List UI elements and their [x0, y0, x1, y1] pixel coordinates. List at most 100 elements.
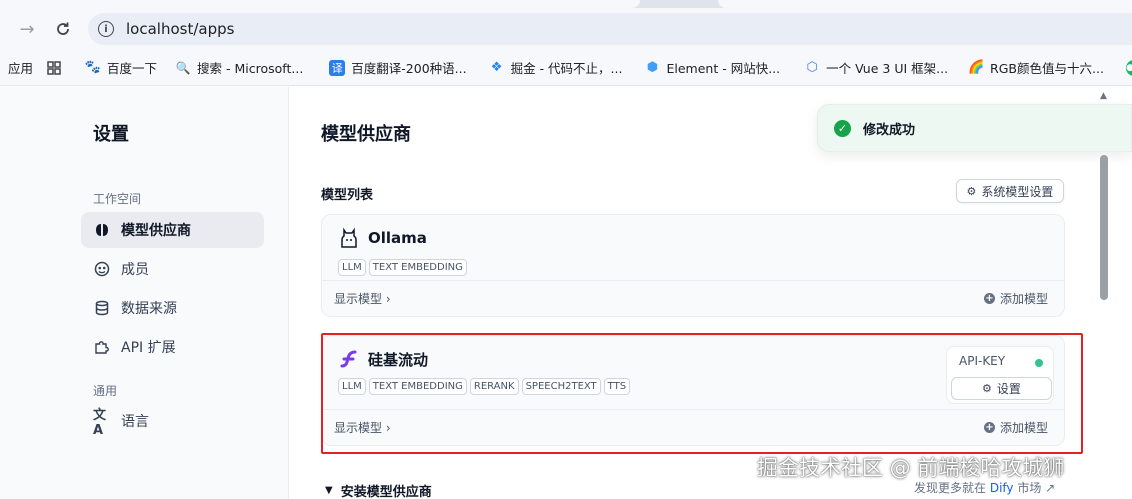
toast-message: 修改成功	[863, 122, 916, 138]
provider-header: Ollama	[338, 227, 427, 249]
provider-settings-button[interactable]: ⚙ 设置	[951, 377, 1052, 400]
tab-strip	[0, 0, 1132, 8]
address-bar[interactable]: i localhost/apps	[88, 13, 1132, 45]
site-info-icon[interactable]: i	[98, 21, 114, 37]
api-key-label: API-KEY	[959, 354, 1006, 368]
browser-toolbar: → i localhost/apps	[0, 8, 1132, 50]
sidebar-item-label: 模型供应商	[121, 223, 191, 239]
tag: LLM	[338, 259, 366, 276]
bookmark-element[interactable]: ⬢ Element - 网站快...	[644, 50, 780, 85]
show-models-link[interactable]: 显示模型 ›	[334, 290, 391, 307]
tag: TEXT EMBEDDING	[368, 259, 467, 276]
bookmark-vue[interactable]: ⬡ 一个 Vue 3 UI 框架...	[804, 50, 949, 85]
members-icon	[93, 260, 111, 278]
model-list-label: 模型列表	[321, 188, 374, 203]
scroll-up-icon[interactable]: ▲	[1100, 91, 1107, 101]
provider-footer: 显示模型 › + 添加模型	[322, 409, 1064, 445]
bookmark-label: 应用	[8, 61, 34, 76]
dify-link-text: Dify	[989, 481, 1014, 495]
workspace-group-label: 工作空间	[93, 192, 142, 206]
install-provider-label: 安装模型供应商	[340, 485, 432, 499]
add-model-label: 添加模型	[999, 421, 1048, 435]
provider-header: 硅基流动	[338, 348, 428, 370]
forward-icon[interactable]: →	[15, 17, 39, 41]
sidebar-item-members[interactable]: 成员	[81, 251, 264, 287]
chevron-down-icon: ▼	[325, 485, 333, 496]
bookmark-apps[interactable]: 应用	[0, 50, 34, 85]
active-tab[interactable]	[0, 0, 640, 8]
url-text: localhost/apps	[126, 20, 235, 38]
bookmark-bing[interactable]: 🔍 搜索 - Microsoft...	[175, 50, 304, 85]
siliconflow-icon	[338, 348, 360, 370]
install-provider-section[interactable]: ▼ 安装模型供应商	[325, 481, 432, 499]
sidebar-item-data-source[interactable]: 数据来源	[81, 290, 264, 326]
bookmark-label: 百度一下	[107, 61, 158, 76]
bookmark-label: 百度翻译-200种语...	[351, 61, 467, 76]
show-models-label: 显示模型	[334, 421, 383, 435]
dify-suffix: 市场 ↗	[1013, 481, 1056, 495]
sidebar-title: 设置	[93, 124, 129, 145]
rainbow-icon: 🌈	[967, 60, 985, 75]
sliders-icon: ⚙	[966, 184, 977, 198]
translate-icon: 译	[329, 59, 346, 76]
sidebar-item-label: API 扩展	[121, 340, 176, 356]
sidebar-item-label: 数据来源	[121, 301, 177, 317]
provider-name: Ollama	[368, 229, 427, 247]
tag: TTS	[603, 378, 631, 395]
success-toast: ✓ 修改成功	[817, 104, 1132, 152]
add-model-button[interactable]: + 添加模型	[983, 419, 1048, 436]
bookmark-label: 掘金 - 代码不止，...	[510, 61, 623, 76]
add-model-label: 添加模型	[999, 292, 1048, 306]
watermark: 掘金技术社区 @ 前端梭哈攻城狮	[757, 456, 1065, 480]
plus-circle-icon: +	[983, 422, 995, 433]
show-models-link[interactable]: 显示模型 ›	[334, 419, 391, 436]
brain-icon	[93, 221, 111, 239]
bookmark-label: 一个 Vue 3 UI 框架...	[826, 61, 949, 76]
page-title: 模型供应商	[321, 124, 411, 145]
add-model-button[interactable]: + 添加模型	[983, 290, 1048, 307]
baidu-icon: 🐾	[84, 60, 102, 75]
button-label: 系统模型设置	[981, 184, 1054, 199]
wechat-icon: ●●	[1125, 59, 1132, 76]
general-group-label: 通用	[93, 384, 118, 398]
other-tab[interactable]	[718, 0, 1132, 8]
system-model-settings-button[interactable]: ⚙ 系统模型设置	[956, 179, 1064, 203]
sidebar-item-language[interactable]: 文A 语言	[81, 403, 264, 439]
provider-card-ollama: Ollama LLM TEXT EMBEDDING 显示模型 › + 添加模型	[321, 214, 1065, 317]
language-icon: 文A	[93, 408, 107, 438]
provider-name: 硅基流动	[368, 350, 429, 369]
model-type-tags: LLM TEXT EMBEDDING	[338, 259, 467, 276]
database-icon	[93, 299, 111, 317]
tag: RERANK	[469, 378, 519, 395]
reload-icon[interactable]	[51, 17, 75, 41]
bookmark-translate[interactable]: 译 百度翻译-200种语...	[329, 50, 467, 85]
puzzle-icon	[93, 338, 111, 356]
apps-grid-icon[interactable]	[47, 50, 61, 85]
settings-sidebar: 设置 工作空间 模型供应商 成员 数据来源 API 扩展 通用 文A 语言	[0, 87, 289, 499]
sidebar-item-api-extension[interactable]: API 扩展	[81, 329, 264, 365]
tag: SPEECH2TEXT	[521, 378, 601, 395]
sidebar-item-model-provider[interactable]: 模型供应商	[81, 212, 264, 248]
button-label: 设置	[996, 382, 1021, 396]
scrollbar-thumb[interactable]	[1100, 155, 1108, 300]
show-models-label: 显示模型	[334, 292, 383, 306]
bookmark-wechat[interactable]: ●●	[1125, 50, 1132, 85]
sliders-icon: ⚙	[982, 382, 992, 395]
vue-icon: ⬡	[806, 60, 818, 75]
plus-circle-icon: +	[983, 293, 995, 304]
dify-prefix: 发现更多就在	[914, 481, 990, 495]
bookmark-baidu[interactable]: 🐾 百度一下	[84, 50, 158, 85]
bookmark-rgb[interactable]: 🌈 RGB颜色值与十六...	[967, 50, 1104, 85]
provider-card-siliconflow: 硅基流动 LLM TEXT EMBEDDING RERANK SPEECH2TE…	[321, 335, 1065, 446]
juejin-icon: ❖	[490, 60, 503, 75]
dify-marketplace-link[interactable]: 发现更多就在 Dify 市场 ↗	[914, 479, 1055, 496]
sidebar-item-label: 语言	[121, 414, 149, 430]
ollama-llama-icon	[338, 227, 360, 249]
bookmark-juejin[interactable]: ❖ 掘金 - 代码不止，...	[489, 50, 623, 85]
sidebar-item-label: 成员	[121, 262, 149, 278]
search-icon: 🔍	[175, 60, 191, 75]
bookmarks-bar: 应用 🐾 百度一下 🔍 搜索 - Microsoft... 译 百度翻译-200…	[0, 50, 1132, 86]
status-dot	[1035, 359, 1043, 367]
tag: TEXT EMBEDDING	[368, 378, 467, 395]
model-type-tags: LLM TEXT EMBEDDING RERANK SPEECH2TEXT TT…	[338, 378, 631, 395]
